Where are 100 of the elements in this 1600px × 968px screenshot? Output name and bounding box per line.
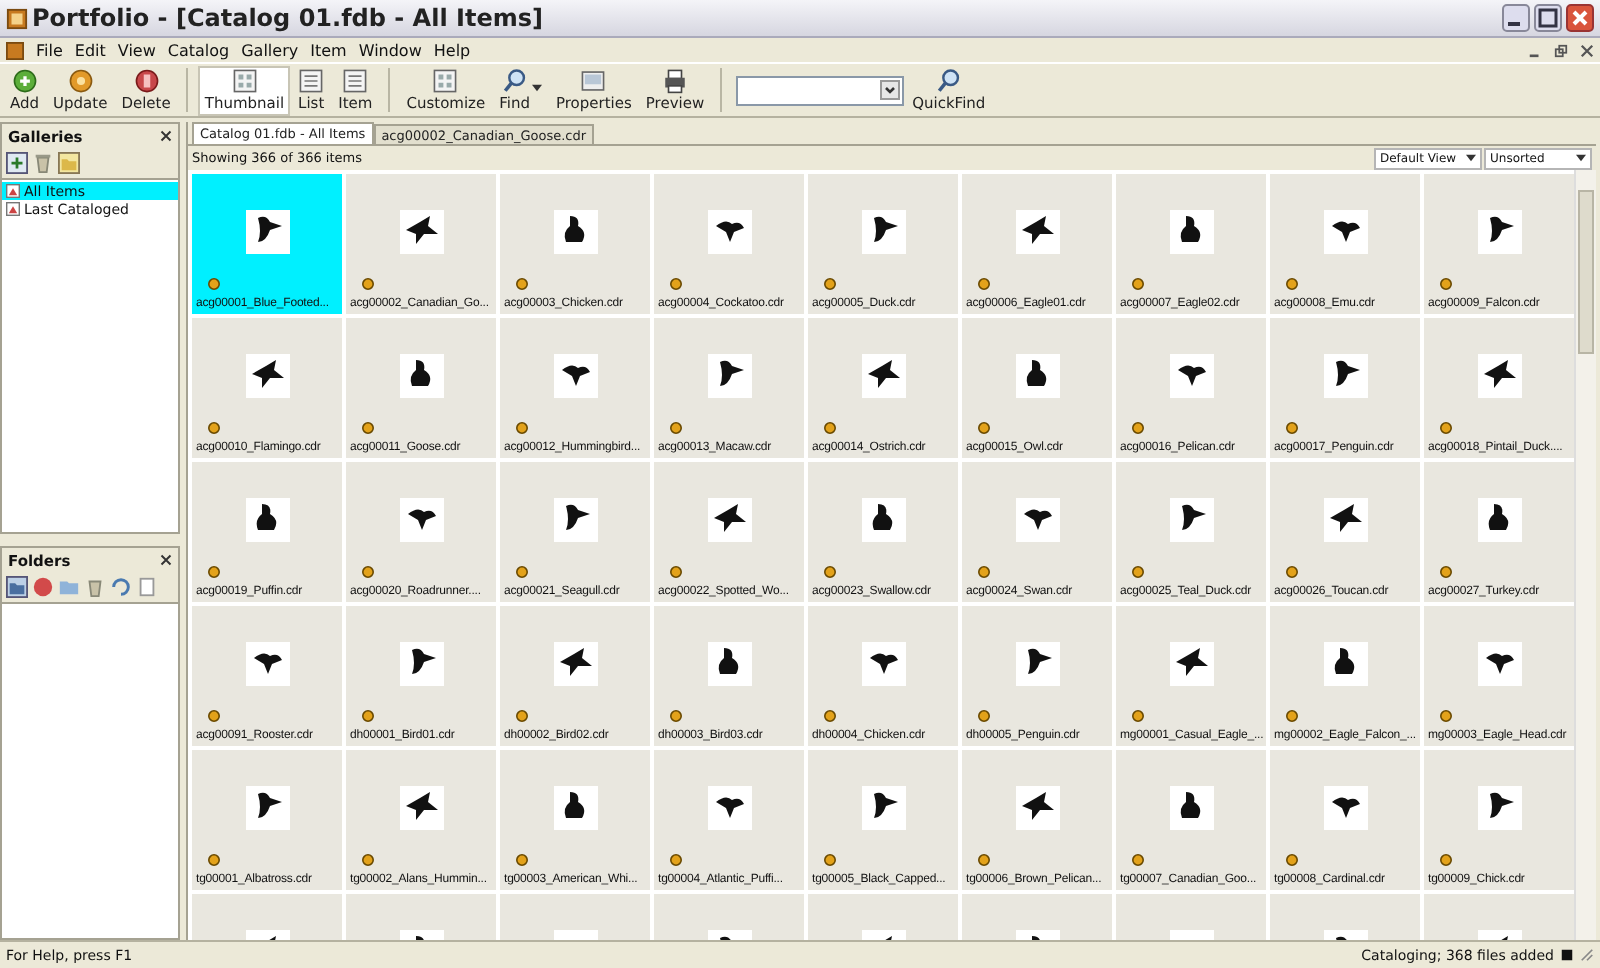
status-dot-icon (516, 710, 528, 722)
caret-icon (1576, 154, 1586, 162)
status-dot-icon (1132, 710, 1144, 722)
trash-icon[interactable] (32, 152, 54, 174)
menu-item[interactable]: File (36, 41, 63, 59)
quickfind-combo-box[interactable] (736, 75, 905, 105)
restore-icon[interactable] (1554, 43, 1568, 57)
bird-thumbnail-icon (399, 786, 443, 830)
new-gallery-icon[interactable] (6, 152, 28, 174)
bird-thumbnail-icon (1477, 786, 1521, 830)
status-dot-icon (208, 422, 220, 434)
bird-thumbnail-icon (861, 498, 905, 542)
bird-thumbnail-icon (1323, 786, 1367, 830)
status-dot-icon (362, 854, 374, 866)
document-icon (6, 41, 24, 59)
bird-thumbnail-icon (1169, 354, 1213, 398)
bird-thumbnail-icon (707, 786, 751, 830)
printer-icon (661, 68, 688, 94)
menu-item[interactable]: Window (358, 41, 422, 59)
bird-thumbnail-icon (399, 498, 443, 542)
status-dot-icon (978, 566, 990, 578)
bird-thumbnail-icon (1477, 354, 1521, 398)
update-icon (67, 68, 94, 94)
status-dot-icon (1440, 422, 1452, 434)
caret-icon (1466, 154, 1476, 162)
app-icon (6, 7, 28, 29)
status-dot-icon (978, 278, 990, 290)
status-dot-icon (1440, 278, 1452, 290)
bird-thumbnail-icon (1169, 642, 1213, 686)
status-dot-icon (670, 710, 682, 722)
folder-icon[interactable] (58, 152, 80, 174)
bird-thumbnail-icon (1169, 498, 1213, 542)
bird-thumbnail-icon (553, 354, 597, 398)
menu-item[interactable]: Catalog (167, 41, 230, 59)
bird-thumbnail-icon (1169, 210, 1213, 254)
search-icon (935, 68, 962, 94)
status-dot-icon (978, 422, 990, 434)
status-dot-icon (1286, 854, 1298, 866)
bird-thumbnail-icon (861, 642, 905, 686)
minimize-icon[interactable] (1502, 4, 1530, 32)
status-dot-icon (1132, 422, 1144, 434)
trash-icon[interactable] (84, 576, 106, 598)
status-dot-icon (516, 422, 528, 434)
status-dot-icon (208, 566, 220, 578)
remove-icon[interactable] (32, 576, 54, 598)
status-dot-icon (1132, 566, 1144, 578)
status-dot-icon (824, 854, 836, 866)
close-icon[interactable] (1566, 4, 1594, 32)
bird-thumbnail-icon (707, 498, 751, 542)
status-dot-icon (362, 710, 374, 722)
status-dot-icon (670, 566, 682, 578)
bird-thumbnail-icon (245, 210, 289, 254)
list-view-icon (298, 68, 325, 94)
menu-item[interactable]: Item (310, 41, 347, 59)
bird-thumbnail-icon (1323, 642, 1367, 686)
menu-item[interactable]: View (117, 41, 156, 59)
status-dot-icon (208, 278, 220, 290)
status-dot-icon (208, 854, 220, 866)
maximize-icon[interactable] (1534, 4, 1562, 32)
page-icon[interactable] (136, 576, 158, 598)
status-dot-icon (208, 710, 220, 722)
bird-thumbnail-icon (1323, 354, 1367, 398)
bird-thumbnail-icon (861, 210, 905, 254)
status-dot-icon (1440, 854, 1452, 866)
stop-icon (1560, 948, 1574, 962)
close-icon[interactable] (160, 554, 172, 566)
bird-thumbnail-icon (707, 210, 751, 254)
bird-thumbnail-icon (245, 786, 289, 830)
bird-thumbnail-icon (1477, 498, 1521, 542)
bird-thumbnail-icon (399, 354, 443, 398)
status-dot-icon (362, 422, 374, 434)
status-dot-icon (1440, 566, 1452, 578)
bird-thumbnail-icon (399, 642, 443, 686)
status-dot-icon (1132, 278, 1144, 290)
resize-grip-icon (1580, 948, 1594, 962)
refresh-icon[interactable] (110, 576, 132, 598)
bird-thumbnail-icon (1015, 786, 1059, 830)
status-dot-icon (1440, 710, 1452, 722)
menu-item[interactable]: Gallery (241, 41, 299, 59)
status-dot-icon (978, 710, 990, 722)
status-dot-icon (670, 854, 682, 866)
delete-icon (133, 68, 160, 94)
bird-thumbnail-icon (1015, 354, 1059, 398)
grid-view-icon (432, 68, 459, 94)
bird-thumbnail-icon (245, 642, 289, 686)
grid-view-icon (231, 68, 258, 94)
folder-icon[interactable] (6, 576, 28, 598)
bird-thumbnail-icon (707, 642, 751, 686)
status-dot-icon (1286, 566, 1298, 578)
properties-icon (580, 68, 607, 94)
window-title: Portfolio - [Catalog 01.fdb - All Items] (32, 4, 543, 32)
close-icon[interactable] (160, 130, 172, 142)
status-dot-icon (516, 854, 528, 866)
vertical-scrollbar[interactable] (1574, 170, 1596, 940)
add-icon (11, 68, 38, 94)
bird-thumbnail-icon (245, 354, 289, 398)
menu-item[interactable]: Edit (74, 41, 106, 59)
close-icon[interactable] (1580, 43, 1594, 57)
status-dot-icon (824, 278, 836, 290)
menu-item[interactable]: Help (433, 41, 471, 59)
